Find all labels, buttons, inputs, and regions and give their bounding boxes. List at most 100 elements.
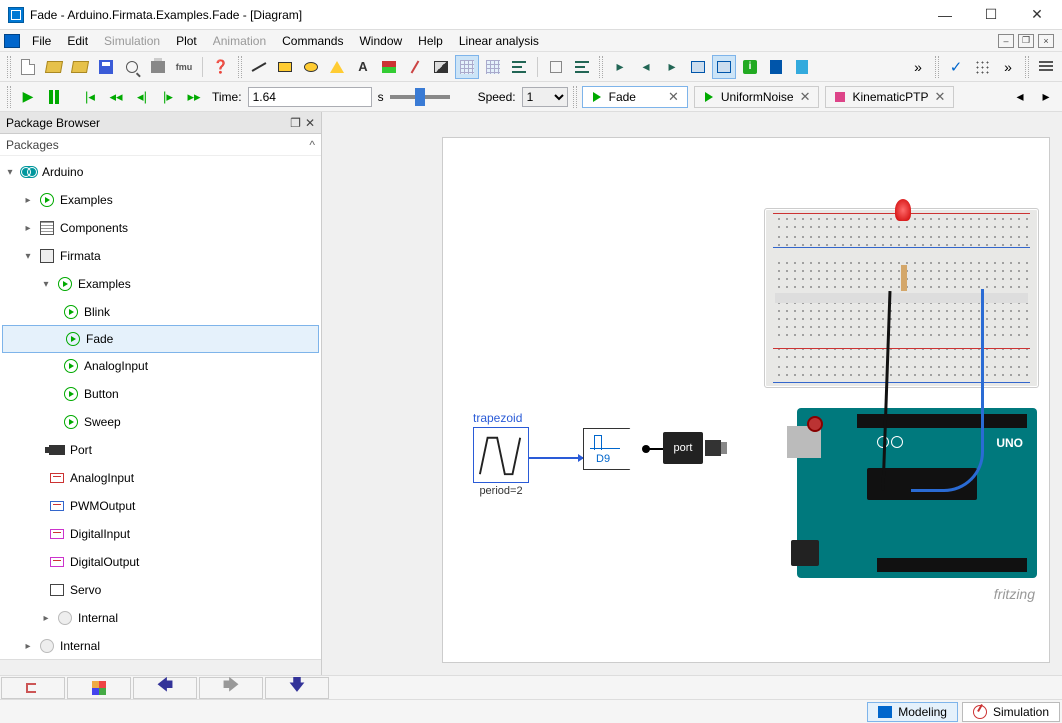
tree-digitalinput[interactable]: DigitalInput — [0, 520, 321, 548]
line-color-button[interactable] — [403, 55, 427, 79]
empty-box-button[interactable] — [544, 55, 568, 79]
tree-servo[interactable]: Servo — [0, 576, 321, 604]
up-icon[interactable]: ^ — [309, 138, 315, 152]
overflow-button[interactable]: » — [906, 55, 930, 79]
tree-firmata-examples[interactable]: ▾ Examples — [0, 270, 321, 298]
tree-internal-1[interactable]: ▸ Internal — [0, 604, 321, 632]
whats-this-button[interactable]: ❓ — [209, 55, 233, 79]
tree-components[interactable]: ▸ Components — [0, 214, 321, 242]
split-view-button[interactable] — [686, 55, 710, 79]
menu-commands[interactable]: Commands — [274, 32, 351, 50]
skip-start-button[interactable]: |◂ — [78, 85, 102, 109]
save-button[interactable] — [94, 55, 118, 79]
check-button[interactable]: ✓ — [944, 55, 968, 79]
rewind-button[interactable]: ◂◂ — [104, 85, 128, 109]
menu-simulation[interactable]: Simulation — [96, 32, 168, 50]
menu-animation[interactable]: Animation — [205, 32, 274, 50]
tab-fade[interactable]: Fade ✕ — [582, 86, 688, 108]
tree-item-sweep[interactable]: Sweep — [0, 408, 321, 436]
open-button[interactable] — [42, 55, 66, 79]
collapse-icon[interactable]: ▾ — [4, 167, 16, 178]
menu-plot[interactable]: Plot — [168, 32, 205, 50]
grid-button[interactable] — [455, 55, 479, 79]
close-icon[interactable]: ✕ — [668, 89, 679, 105]
snap-button[interactable] — [481, 55, 505, 79]
maximize-button[interactable]: ☐ — [968, 0, 1014, 30]
package-tree[interactable]: ▾ Arduino ▸ Examples ▸ Components ▾ Firm… — [0, 156, 321, 659]
time-input[interactable] — [248, 87, 372, 107]
tree-item-blink[interactable]: Blink — [0, 298, 321, 326]
menu-file[interactable]: File — [24, 32, 59, 50]
rect-tool-button[interactable] — [273, 55, 297, 79]
tree-internal-2[interactable]: ▸ Internal — [0, 632, 321, 659]
menu-help[interactable]: Help — [410, 32, 451, 50]
nav-return-button[interactable]: 🡇 — [265, 677, 329, 699]
nav-back-button[interactable]: 🡄 — [133, 677, 197, 699]
expand-icon[interactable]: ▸ — [22, 223, 34, 234]
collapse-icon[interactable]: ▾ — [22, 251, 34, 262]
undock-icon[interactable]: ❐ — [290, 116, 301, 130]
mdi-minimize-button[interactable]: – — [998, 34, 1014, 48]
fmu-button[interactable]: fmu — [172, 55, 196, 79]
open-alt-button[interactable] — [68, 55, 92, 79]
mdi-restore-button[interactable]: ❐ — [1018, 34, 1034, 48]
tree-analoginput[interactable]: AnalogInput — [0, 464, 321, 492]
simulation-mode-button[interactable]: Simulation — [962, 702, 1060, 722]
close-panel-icon[interactable]: ✕ — [305, 116, 315, 130]
nav-prev-button[interactable]: ◂ — [634, 55, 658, 79]
step-back-button[interactable]: ◂| — [130, 85, 154, 109]
play-button[interactable]: ▶ — [16, 85, 40, 109]
close-icon[interactable]: ✕ — [800, 89, 811, 105]
nav-fwd-button[interactable]: 🡆 — [199, 677, 263, 699]
line-tool-button[interactable] — [247, 55, 271, 79]
mdi-close-button[interactable]: × — [1038, 34, 1054, 48]
tree-item-analoginput[interactable]: AnalogInput — [0, 352, 321, 380]
collapse-icon[interactable]: ▾ — [40, 279, 52, 290]
search-button[interactable] — [120, 55, 144, 79]
diagram-canvas[interactable]: trapezoid period=2 D9 — [442, 137, 1050, 663]
tree-root-arduino[interactable]: ▾ Arduino — [0, 158, 321, 186]
diagram-view-button[interactable] — [712, 55, 736, 79]
scroll-track[interactable] — [0, 659, 321, 675]
step-fwd-button[interactable]: |▸ — [156, 85, 180, 109]
speed-select[interactable]: 1 — [522, 87, 568, 107]
dot-grid-button[interactable] — [970, 55, 994, 79]
tree-pwmoutput[interactable]: PWMOutput — [0, 492, 321, 520]
tab-kinematicptp[interactable]: KinematicPTP ✕ — [825, 86, 954, 108]
tree-item-fade[interactable]: Fade — [2, 325, 319, 353]
ellipse-tool-button[interactable] — [299, 55, 323, 79]
nav-back-button[interactable]: ▸ — [608, 55, 632, 79]
pwm-d9-block[interactable]: D9 — [583, 428, 645, 470]
tab-uniformnoise[interactable]: UniformNoise ✕ — [694, 86, 820, 108]
expand-icon[interactable]: ▸ — [22, 641, 34, 652]
menu-window[interactable]: Window — [351, 32, 410, 50]
modeling-mode-button[interactable]: Modeling — [867, 702, 958, 722]
fast-fwd-button[interactable]: ▸▸ — [182, 85, 206, 109]
expand-icon[interactable]: ▸ — [22, 195, 34, 206]
tree-digitaloutput[interactable]: DigitalOutput — [0, 548, 321, 576]
text-tool-button[interactable]: A — [351, 55, 375, 79]
info-button[interactable]: i — [738, 55, 762, 79]
tree-item-button[interactable]: Button — [0, 380, 321, 408]
tree-examples[interactable]: ▸ Examples — [0, 186, 321, 214]
bitmap-tool-button[interactable] — [377, 55, 401, 79]
tab-scroll-left-button[interactable]: ◂ — [1008, 85, 1032, 109]
format-button[interactable] — [570, 55, 594, 79]
tree-port[interactable]: Port — [0, 436, 321, 464]
expand-icon[interactable]: ▸ — [40, 613, 52, 624]
minimize-button[interactable]: — — [922, 0, 968, 30]
nav-next-button[interactable]: ▸ — [660, 55, 684, 79]
overflow-button-2[interactable]: » — [996, 55, 1020, 79]
fill-color-button[interactable] — [429, 55, 453, 79]
trapezoid-block[interactable]: trapezoid period=2 — [473, 411, 529, 497]
polygon-tool-button[interactable] — [325, 55, 349, 79]
align-button[interactable] — [507, 55, 531, 79]
nav-tree-button[interactable] — [1, 677, 65, 699]
port-block[interactable]: port — [663, 432, 703, 464]
tab-scroll-right-button[interactable]: ▸ — [1034, 85, 1058, 109]
pause-button[interactable] — [42, 85, 66, 109]
close-button[interactable]: ✕ — [1014, 0, 1060, 30]
breadboard[interactable] — [764, 208, 1039, 388]
list-view-button[interactable] — [1034, 55, 1058, 79]
nav-grid-button[interactable] — [67, 677, 131, 699]
